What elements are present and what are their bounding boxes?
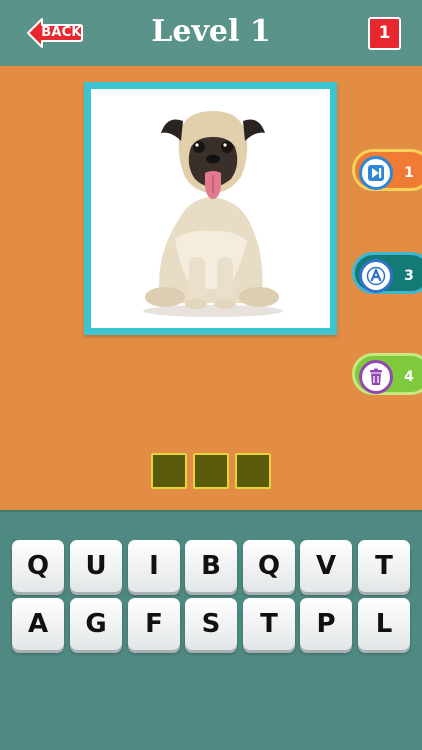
letter-key[interactable]: I — [128, 540, 180, 592]
answer-slot[interactable] — [151, 453, 187, 489]
letter-key[interactable]: S — [185, 598, 237, 650]
answer-slot[interactable] — [193, 453, 229, 489]
skip-forward-icon — [359, 156, 393, 190]
puzzle-image-frame — [84, 82, 337, 335]
letter-a-icon — [359, 259, 393, 293]
letter-key[interactable]: T — [358, 540, 410, 592]
letter-key[interactable]: F — [128, 598, 180, 650]
reveal-letter-hint-button[interactable]: 3 — [352, 252, 422, 294]
letter-key[interactable]: P — [300, 598, 352, 650]
letter-keyboard: Q U I B Q V T A G F S T P L — [0, 510, 422, 750]
skip-hint-button[interactable]: 1 — [352, 149, 422, 191]
letter-key[interactable]: L — [358, 598, 410, 650]
letter-key[interactable]: U — [70, 540, 122, 592]
reveal-letter-hint-count: 3 — [404, 268, 414, 284]
skip-hint-count: 1 — [404, 165, 414, 181]
letter-key[interactable]: Q — [12, 540, 64, 592]
letter-key[interactable]: T — [243, 598, 295, 650]
trash-can-icon — [359, 360, 393, 394]
answer-slot[interactable] — [235, 453, 271, 489]
letter-key[interactable]: A — [12, 598, 64, 650]
top-bar: BACK Level 1 1 — [0, 0, 422, 66]
puzzle-image — [91, 89, 330, 328]
letter-key[interactable]: G — [70, 598, 122, 650]
coin-counter-badge[interactable]: 1 — [368, 17, 401, 50]
remove-letters-hint-count: 4 — [404, 369, 414, 385]
letter-key[interactable]: V — [300, 540, 352, 592]
level-title: Level 1 — [151, 14, 271, 49]
pug-dog-image — [143, 111, 283, 317]
letter-key[interactable]: B — [185, 540, 237, 592]
answer-slots — [151, 453, 271, 491]
remove-letters-hint-button[interactable]: 4 — [352, 353, 422, 395]
letter-key[interactable]: Q — [243, 540, 295, 592]
